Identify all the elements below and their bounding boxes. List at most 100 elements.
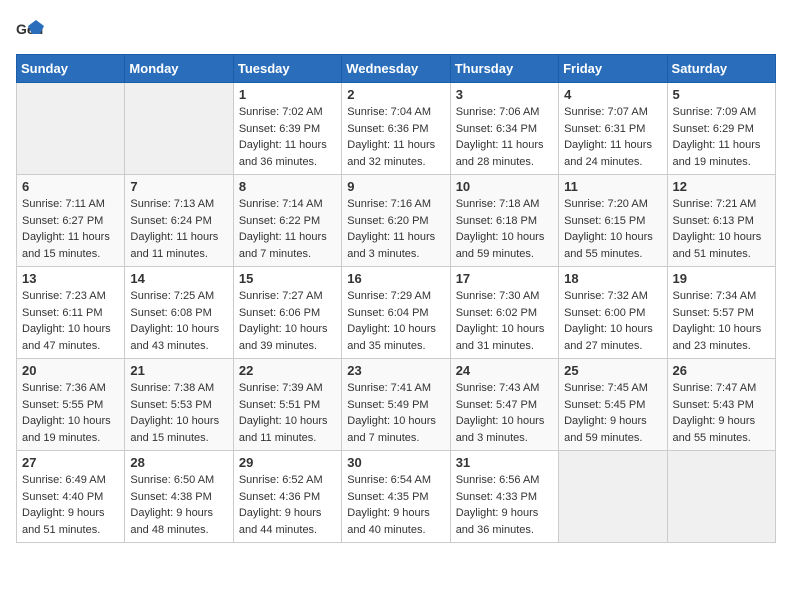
cell-text: Sunrise: 7:45 AMSunset: 5:45 PMDaylight:…: [564, 382, 648, 444]
cell-text: Sunrise: 7:27 AMSunset: 6:06 PMDaylight:…: [239, 290, 328, 352]
day-number: 26: [673, 363, 770, 378]
calendar-cell: 9 Sunrise: 7:16 AMSunset: 6:20 PMDaylight…: [342, 175, 450, 267]
cell-text: Sunrise: 7:25 AMSunset: 6:08 PMDaylight:…: [130, 290, 219, 352]
day-number: 1: [239, 87, 336, 102]
calendar-week: 20 Sunrise: 7:36 AMSunset: 5:55 PMDayligh…: [17, 359, 776, 451]
calendar-cell: [559, 451, 667, 543]
logo-icon: Gen: [16, 16, 44, 44]
cell-text: Sunrise: 6:49 AMSunset: 4:40 PMDaylight:…: [22, 474, 106, 536]
day-number: 15: [239, 271, 336, 286]
day-number: 22: [239, 363, 336, 378]
cell-text: Sunrise: 7:20 AMSunset: 6:15 PMDaylight:…: [564, 198, 653, 260]
day-number: 17: [456, 271, 553, 286]
day-number: 10: [456, 179, 553, 194]
day-number: 16: [347, 271, 444, 286]
cell-text: Sunrise: 7:14 AMSunset: 6:22 PMDaylight:…: [239, 198, 327, 260]
calendar-table: SundayMondayTuesdayWednesdayThursdayFrid…: [16, 54, 776, 543]
cell-text: Sunrise: 7:34 AMSunset: 5:57 PMDaylight:…: [673, 290, 762, 352]
calendar-week: 6 Sunrise: 7:11 AMSunset: 6:27 PMDaylight…: [17, 175, 776, 267]
day-number: 18: [564, 271, 661, 286]
calendar-body: 1Sunrise: 7:02 AMSunset: 6:39 PMDaylight…: [17, 83, 776, 543]
calendar-cell: 13 Sunrise: 7:23 AMSunset: 6:11 PMDayligh…: [17, 267, 125, 359]
cell-text: Sunrise: 7:43 AMSunset: 5:47 PMDaylight:…: [456, 382, 545, 444]
cell-text: Sunrise: 6:50 AMSunset: 4:38 PMDaylight:…: [130, 474, 214, 536]
cell-text: Sunrise: 7:47 AMSunset: 5:43 PMDaylight:…: [673, 382, 757, 444]
day-number: 6: [22, 179, 119, 194]
calendar-cell: [17, 83, 125, 175]
cell-text: Sunrise: 7:41 AMSunset: 5:49 PMDaylight:…: [347, 382, 436, 444]
cell-text: Sunrise: 7:21 AMSunset: 6:13 PMDaylight:…: [673, 198, 762, 260]
header: Gen: [16, 16, 776, 44]
day-number: 21: [130, 363, 227, 378]
cell-text: Sunrise: 7:11 AMSunset: 6:27 PMDaylight:…: [22, 198, 110, 260]
day-number: 27: [22, 455, 119, 470]
calendar-header: SundayMondayTuesdayWednesdayThursdayFrid…: [17, 55, 776, 83]
day-number: 25: [564, 363, 661, 378]
cell-text: Sunrise: 7:38 AMSunset: 5:53 PMDaylight:…: [130, 382, 219, 444]
cell-text: Sunrise: 7:16 AMSunset: 6:20 PMDaylight:…: [347, 198, 435, 260]
calendar-cell: 26 Sunrise: 7:47 AMSunset: 5:43 PMDayligh…: [667, 359, 775, 451]
day-number: 11: [564, 179, 661, 194]
calendar-cell: 27 Sunrise: 6:49 AMSunset: 4:40 PMDayligh…: [17, 451, 125, 543]
cell-text: Sunrise: 7:04 AMSunset: 6:36 PMDaylight:…: [347, 106, 435, 168]
cell-text: Sunrise: 7:13 AMSunset: 6:24 PMDaylight:…: [130, 198, 218, 260]
calendar-cell: 14 Sunrise: 7:25 AMSunset: 6:08 PMDayligh…: [125, 267, 233, 359]
day-number: 9: [347, 179, 444, 194]
cell-text: Sunrise: 7:30 AMSunset: 6:02 PMDaylight:…: [456, 290, 545, 352]
calendar-cell: 31 Sunrise: 6:56 AMSunset: 4:33 PMDayligh…: [450, 451, 558, 543]
calendar-cell: 16 Sunrise: 7:29 AMSunset: 6:04 PMDayligh…: [342, 267, 450, 359]
header-day: Monday: [125, 55, 233, 83]
day-number: 31: [456, 455, 553, 470]
logo: Gen: [16, 16, 48, 44]
day-number: 29: [239, 455, 336, 470]
calendar-cell: 19 Sunrise: 7:34 AMSunset: 5:57 PMDayligh…: [667, 267, 775, 359]
calendar-cell: 2 Sunrise: 7:04 AMSunset: 6:36 PMDaylight…: [342, 83, 450, 175]
day-number: 14: [130, 271, 227, 286]
cell-text: Sunrise: 7:39 AMSunset: 5:51 PMDaylight:…: [239, 382, 328, 444]
day-number: 13: [22, 271, 119, 286]
calendar-week: 13 Sunrise: 7:23 AMSunset: 6:11 PMDayligh…: [17, 267, 776, 359]
calendar-cell: 11 Sunrise: 7:20 AMSunset: 6:15 PMDayligh…: [559, 175, 667, 267]
calendar-cell: 24 Sunrise: 7:43 AMSunset: 5:47 PMDayligh…: [450, 359, 558, 451]
calendar-cell: 10 Sunrise: 7:18 AMSunset: 6:18 PMDayligh…: [450, 175, 558, 267]
day-number: 19: [673, 271, 770, 286]
calendar-cell: 23Sunrise: 7:41 AMSunset: 5:49 PMDayligh…: [342, 359, 450, 451]
day-number: 7: [130, 179, 227, 194]
calendar-cell: 6 Sunrise: 7:11 AMSunset: 6:27 PMDaylight…: [17, 175, 125, 267]
calendar-cell: 12 Sunrise: 7:21 AMSunset: 6:13 PMDayligh…: [667, 175, 775, 267]
header-day: Thursday: [450, 55, 558, 83]
calendar-cell: 30 Sunrise: 6:54 AMSunset: 4:35 PMDayligh…: [342, 451, 450, 543]
calendar-cell: 18Sunrise: 7:32 AMSunset: 6:00 PMDayligh…: [559, 267, 667, 359]
cell-text: Sunrise: 6:52 AMSunset: 4:36 PMDaylight:…: [239, 474, 323, 536]
cell-text: Sunrise: 7:18 AMSunset: 6:18 PMDaylight:…: [456, 198, 545, 260]
calendar-cell: 5 Sunrise: 7:09 AMSunset: 6:29 PMDaylight…: [667, 83, 775, 175]
day-number: 12: [673, 179, 770, 194]
calendar-cell: 25 Sunrise: 7:45 AMSunset: 5:45 PMDayligh…: [559, 359, 667, 451]
calendar-cell: [667, 451, 775, 543]
day-number: 30: [347, 455, 444, 470]
header-row: SundayMondayTuesdayWednesdayThursdayFrid…: [17, 55, 776, 83]
cell-text: Sunrise: 7:29 AMSunset: 6:04 PMDaylight:…: [347, 290, 436, 352]
day-number: 2: [347, 87, 444, 102]
day-number: 20: [22, 363, 119, 378]
day-number: 28: [130, 455, 227, 470]
calendar-cell: 15 Sunrise: 7:27 AMSunset: 6:06 PMDayligh…: [233, 267, 341, 359]
header-day: Friday: [559, 55, 667, 83]
cell-text: Sunrise: 6:54 AMSunset: 4:35 PMDaylight:…: [347, 474, 431, 536]
cell-text: Sunrise: 7:09 AMSunset: 6:29 PMDaylight:…: [673, 106, 761, 168]
calendar-week: 27 Sunrise: 6:49 AMSunset: 4:40 PMDayligh…: [17, 451, 776, 543]
cell-text: Sunrise: 6:56 AMSunset: 4:33 PMDaylight:…: [456, 474, 540, 536]
calendar-cell: 3Sunrise: 7:06 AMSunset: 6:34 PMDaylight…: [450, 83, 558, 175]
cell-text: Sunrise: 7:23 AMSunset: 6:11 PMDaylight:…: [22, 290, 111, 352]
calendar-cell: 1Sunrise: 7:02 AMSunset: 6:39 PMDaylight…: [233, 83, 341, 175]
day-number: 3: [456, 87, 553, 102]
day-number: 24: [456, 363, 553, 378]
header-day: Saturday: [667, 55, 775, 83]
calendar-cell: 29 Sunrise: 6:52 AMSunset: 4:36 PMDayligh…: [233, 451, 341, 543]
day-number: 5: [673, 87, 770, 102]
calendar-cell: 17 Sunrise: 7:30 AMSunset: 6:02 PMDayligh…: [450, 267, 558, 359]
calendar-cell: 7 Sunrise: 7:13 AMSunset: 6:24 PMDaylight…: [125, 175, 233, 267]
cell-text: Sunrise: 7:36 AMSunset: 5:55 PMDaylight:…: [22, 382, 111, 444]
calendar-cell: 8Sunrise: 7:14 AMSunset: 6:22 PMDaylight…: [233, 175, 341, 267]
calendar-cell: 20 Sunrise: 7:36 AMSunset: 5:55 PMDayligh…: [17, 359, 125, 451]
